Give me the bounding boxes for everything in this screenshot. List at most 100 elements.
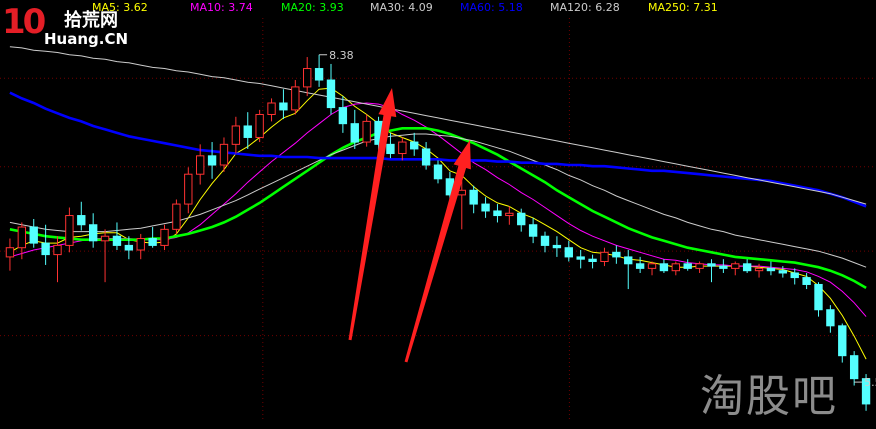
candle-body <box>576 256 585 260</box>
candle-body <box>540 235 550 246</box>
candle <box>731 261 740 276</box>
candle <box>790 268 799 285</box>
candle <box>279 89 288 120</box>
ma20-label: MA20: 3.93 <box>281 1 344 14</box>
candle-body <box>719 265 728 269</box>
candle-body <box>362 120 371 143</box>
candle <box>671 261 680 276</box>
candle <box>291 80 300 115</box>
candle-body <box>160 228 169 246</box>
candle-body <box>184 173 193 205</box>
candle <box>362 114 371 147</box>
candle-body <box>600 251 609 262</box>
candle-body <box>493 210 502 217</box>
candle <box>481 197 490 218</box>
logo-text: 拾荒网 <box>64 10 118 31</box>
candle-body <box>849 355 859 380</box>
candle-body <box>231 125 241 145</box>
candle <box>647 261 657 276</box>
ma10-label: MA10: 3.74 <box>190 1 253 14</box>
candle-body <box>528 224 538 237</box>
candle <box>136 233 145 260</box>
candle <box>612 245 621 264</box>
candle-body <box>172 203 181 230</box>
candle-body <box>671 263 680 272</box>
candle-body <box>802 277 811 285</box>
candle-body <box>17 226 27 249</box>
candle <box>540 231 550 253</box>
site-logo: 10 拾荒网 Huang.CN <box>0 0 140 50</box>
ma60-line <box>9 91 867 208</box>
candle-body <box>100 235 110 242</box>
candle-body <box>457 189 466 196</box>
candle <box>564 240 573 262</box>
candle <box>255 109 264 143</box>
candle <box>88 213 98 248</box>
candle <box>814 282 823 317</box>
candle <box>469 185 478 214</box>
candle-body <box>469 189 478 205</box>
candle <box>112 222 122 251</box>
candle-body <box>41 242 50 256</box>
candle <box>838 323 847 363</box>
candle-body <box>207 155 217 166</box>
logo-url: Huang.CN <box>44 30 129 48</box>
candle <box>243 112 252 149</box>
candle-body <box>326 79 336 109</box>
candle <box>433 160 443 184</box>
candle <box>303 57 312 97</box>
candle-body <box>386 143 395 155</box>
ma120-label: MA120: 6.28 <box>550 1 620 14</box>
candle-body <box>196 155 205 175</box>
candle-body <box>647 263 657 269</box>
candle-body <box>29 226 38 244</box>
candle-body <box>695 263 704 269</box>
ma250-label: MA250: 7.31 <box>648 1 718 14</box>
candle-body <box>112 235 122 246</box>
candle-body <box>398 141 407 155</box>
candle-body <box>838 325 847 357</box>
candle <box>77 201 86 231</box>
candle <box>576 250 585 269</box>
candle-body <box>766 267 776 272</box>
candle-body <box>219 143 229 166</box>
candle-body <box>148 238 157 246</box>
candle <box>184 167 193 214</box>
ma5-line <box>9 87 867 360</box>
candle <box>493 204 502 223</box>
candle-body <box>564 247 573 258</box>
candle <box>766 261 776 276</box>
candle <box>528 217 538 244</box>
candle <box>314 54 324 87</box>
ma60-label: MA60: 5.18 <box>460 1 523 14</box>
candle-body <box>778 270 788 274</box>
candle-body <box>410 141 419 150</box>
candle <box>552 236 562 257</box>
candle <box>326 63 336 115</box>
candle-body <box>255 113 264 138</box>
candle-body <box>5 247 15 258</box>
candle-body <box>742 263 752 272</box>
candle <box>17 222 27 260</box>
candle-body <box>267 102 276 115</box>
candle-body <box>65 215 74 246</box>
candle-body <box>731 263 740 269</box>
candle <box>624 250 633 290</box>
candle-body <box>588 258 597 262</box>
candle <box>421 142 431 170</box>
candle <box>505 206 514 225</box>
candle <box>635 256 645 273</box>
candle-body <box>683 263 692 269</box>
candle <box>410 132 419 156</box>
candle-body <box>754 267 764 272</box>
candle-body <box>77 215 86 226</box>
candle <box>5 238 15 271</box>
candle-body <box>291 86 300 111</box>
candle-body <box>635 263 645 269</box>
candle-body <box>481 203 490 212</box>
candle-body <box>350 123 359 143</box>
candle <box>849 351 859 386</box>
candle <box>172 199 181 234</box>
logo-mark: 10 <box>2 2 46 42</box>
candle-body <box>790 272 799 279</box>
